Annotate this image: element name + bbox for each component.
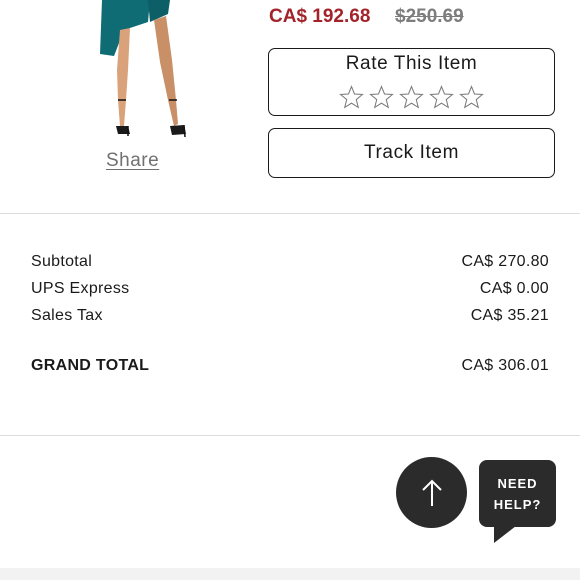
need-help-button[interactable]: NEED HELP? [479, 460, 556, 527]
rate-item-title: Rate This Item [345, 53, 478, 74]
star-icon[interactable] [399, 85, 424, 110]
star-icon[interactable] [459, 85, 484, 110]
summary-value: CA$ 0.00 [479, 280, 549, 297]
summary-row-subtotal: Subtotal CA$ 270.80 [31, 253, 549, 271]
divider [0, 213, 580, 214]
product-image[interactable] [90, 0, 200, 145]
summary-row-tax: Sales Tax CA$ 35.21 [31, 307, 549, 325]
arrow-up-icon [421, 479, 442, 506]
need-help-line2: HELP? [493, 496, 542, 512]
summary-label: Subtotal [31, 253, 93, 270]
grand-total-value: CA$ 306.01 [461, 357, 549, 374]
summary-row-shipping: UPS Express CA$ 0.00 [31, 280, 549, 298]
track-item-button[interactable]: Track Item [268, 128, 555, 178]
star-icon[interactable] [339, 85, 364, 110]
star-icon[interactable] [369, 85, 394, 110]
share-link[interactable]: Share [106, 150, 159, 172]
grand-total-label: GRAND TOTAL [31, 357, 150, 374]
star-rating[interactable] [339, 85, 484, 110]
sale-price: CA$ 192.68 [269, 6, 371, 27]
summary-label: Sales Tax [31, 307, 103, 324]
chat-bubble-tail [494, 526, 516, 543]
summary-label: UPS Express [31, 280, 130, 297]
original-price: $250.69 [395, 6, 464, 27]
summary-value: CA$ 270.80 [461, 253, 549, 270]
summary-value: CA$ 35.21 [470, 307, 549, 324]
footer-strip [0, 568, 580, 580]
rate-item-box: Rate This Item [268, 48, 555, 116]
scroll-to-top-button[interactable] [396, 457, 467, 528]
need-help-line1: NEED [497, 475, 538, 491]
grand-total-row: GRAND TOTAL CA$ 306.01 [31, 357, 549, 375]
divider [0, 435, 580, 436]
star-icon[interactable] [429, 85, 454, 110]
